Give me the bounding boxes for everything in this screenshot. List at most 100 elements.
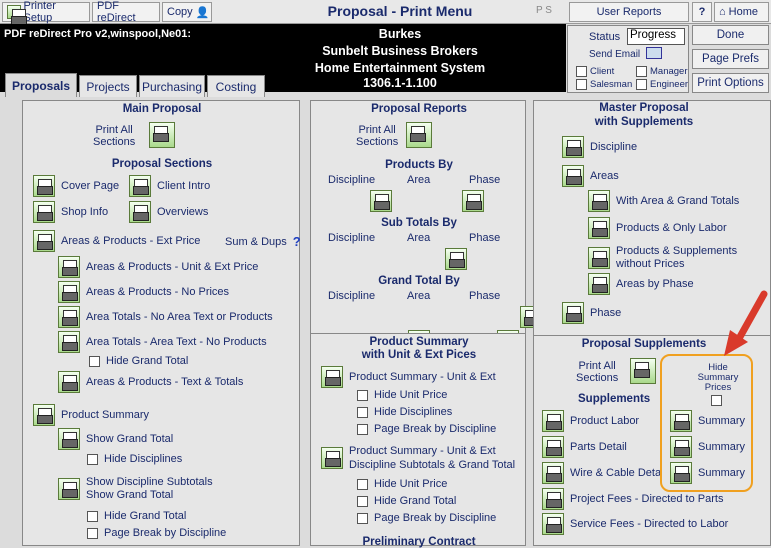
help-icon[interactable]: ? xyxy=(293,234,301,249)
area-totals-text-item[interactable]: Area Totals - Area Text - No Products xyxy=(58,331,267,353)
printer-icon[interactable] xyxy=(58,256,80,278)
printer-icon[interactable] xyxy=(562,302,584,324)
products-supplements-item[interactable]: Products & Supplements without Prices xyxy=(588,245,737,271)
printer-icon[interactable] xyxy=(58,331,80,353)
done-button[interactable]: Done xyxy=(692,25,769,45)
page-break-checkbox[interactable] xyxy=(87,527,98,539)
no-prices-item[interactable]: Areas & Products - No Prices xyxy=(58,281,229,303)
client-intro-item[interactable]: Client Intro xyxy=(129,175,210,197)
hide-unit-price-check[interactable]: Hide Unit Price xyxy=(357,389,447,401)
service-fees-item[interactable]: Service Fees - Directed to Labor xyxy=(542,513,728,535)
printer-icon[interactable] xyxy=(321,447,343,469)
printer-icon[interactable] xyxy=(58,428,80,450)
hide-grand-total-2-check[interactable]: Hide Grand Total xyxy=(87,510,186,522)
areas-by-phase-item[interactable]: Areas by Phase xyxy=(588,273,694,295)
status-field[interactable]: Progress xyxy=(627,28,685,45)
parts-detail-item[interactable]: Parts Detail xyxy=(542,436,627,458)
master-phase-item[interactable]: Phase xyxy=(562,302,621,324)
page-prefs-button[interactable]: Page Prefs xyxy=(692,49,769,69)
unit-ext-item[interactable]: Areas & Products - Unit & Ext Price xyxy=(58,256,258,278)
tab-purchasing[interactable]: Purchasing xyxy=(139,75,205,97)
printer-icon[interactable] xyxy=(33,230,55,252)
ps-hide-grand-total-check[interactable]: Hide Grand Total xyxy=(357,495,456,507)
printer-icon[interactable] xyxy=(58,371,80,393)
printer-icon[interactable] xyxy=(588,247,610,269)
hide-grand-total-check[interactable]: Hide Grand Total xyxy=(89,355,188,367)
printer-icon[interactable] xyxy=(542,488,564,510)
copy-button[interactable]: Copy 👤 xyxy=(162,2,212,22)
pdf-redirect-button[interactable]: PDF reDirect xyxy=(92,0,160,24)
client-check[interactable]: Client xyxy=(576,66,614,77)
print-all-reports-icon[interactable] xyxy=(406,122,432,148)
email-icon[interactable] xyxy=(646,47,662,59)
printer-icon[interactable] xyxy=(542,436,564,458)
printer-icon[interactable] xyxy=(58,281,80,303)
show-grand-total-item[interactable]: Show Grand Total xyxy=(58,428,173,450)
show-discipline-subtotals-item[interactable]: Show Discipline Subtotals Show Grand Tota… xyxy=(58,476,213,502)
wire-cable-item[interactable]: Wire & Cable Deta xyxy=(542,462,662,484)
printer-icon[interactable] xyxy=(588,190,610,212)
products-only-labor-item[interactable]: Products & Only Labor xyxy=(588,217,727,239)
ps-hide-grand-total-checkbox[interactable] xyxy=(357,495,368,507)
printer-icon[interactable] xyxy=(33,404,55,426)
printer-icon[interactable] xyxy=(33,175,55,197)
ps-hide-disciplines-check[interactable]: Hide Disciplines xyxy=(357,406,452,418)
manager-checkbox[interactable] xyxy=(636,66,647,77)
client-checkbox[interactable] xyxy=(576,66,587,77)
printer-icon[interactable] xyxy=(562,136,584,158)
product-labor-item[interactable]: Product Labor xyxy=(542,410,639,432)
ps-page-break-2-check[interactable]: Page Break by Discipline xyxy=(357,512,496,524)
engineer-check[interactable]: Engineer xyxy=(636,79,688,90)
printer-icon[interactable] xyxy=(129,201,151,223)
cover-page-item[interactable]: Cover Page xyxy=(33,175,119,197)
printer-icon[interactable] xyxy=(58,478,80,500)
printer-icon[interactable] xyxy=(588,217,610,239)
ps-page-break-2-checkbox[interactable] xyxy=(357,512,368,524)
ps-unit-ext-item[interactable]: Product Summary - Unit & Ext xyxy=(321,366,496,388)
printer-icon[interactable] xyxy=(58,306,80,328)
printer-icon[interactable] xyxy=(562,165,584,187)
master-discipline-item[interactable]: Discipline xyxy=(562,136,637,158)
help-button[interactable]: ? xyxy=(692,2,712,22)
tab-projects[interactable]: Projects xyxy=(79,75,137,97)
ps-page-break-checkbox[interactable] xyxy=(357,423,368,435)
products-discipline-print-icon[interactable] xyxy=(370,190,393,212)
master-areas-item[interactable]: Areas xyxy=(562,165,619,187)
print-all-main-icon[interactable] xyxy=(149,122,175,148)
engineer-checkbox[interactable] xyxy=(636,79,647,90)
tab-costing[interactable]: Costing xyxy=(207,75,265,97)
salesman-checkbox[interactable] xyxy=(576,79,587,90)
ps-hide-unit-price-2-check[interactable]: Hide Unit Price xyxy=(357,478,447,490)
hide-unit-price-checkbox[interactable] xyxy=(357,389,368,401)
ps-hide-unit-price-2-checkbox[interactable] xyxy=(357,478,368,490)
ps-hide-disciplines-checkbox[interactable] xyxy=(357,406,368,418)
text-totals-item[interactable]: Areas & Products - Text & Totals xyxy=(58,371,243,393)
tab-proposals[interactable]: Proposals xyxy=(5,73,77,97)
printer-icon[interactable] xyxy=(129,175,151,197)
areas-ext-item[interactable]: Areas & Products - Ext Price xyxy=(33,230,200,252)
printer-setup-button[interactable]: Printer Setup xyxy=(2,0,90,25)
area-totals-no-item[interactable]: Area Totals - No Area Text or Products xyxy=(58,306,273,328)
hide-grand-total-checkbox[interactable] xyxy=(89,355,100,367)
printer-icon[interactable] xyxy=(588,273,610,295)
ps-page-break-check[interactable]: Page Break by Discipline xyxy=(357,423,496,435)
product-summary-item[interactable]: Product Summary xyxy=(33,404,149,426)
salesman-check[interactable]: Salesman xyxy=(576,79,632,90)
print-all-supplements-icon[interactable] xyxy=(630,358,656,384)
print-options-button[interactable]: Print Options xyxy=(692,73,769,93)
ps-discipline-subtotals-item[interactable]: Product Summary - Unit & Ext Discipline S… xyxy=(321,444,515,472)
with-area-totals-item[interactable]: With Area & Grand Totals xyxy=(588,190,739,212)
user-reports-button[interactable]: User Reports xyxy=(569,2,689,22)
shop-info-item[interactable]: Shop Info xyxy=(33,201,108,223)
page-break-check[interactable]: Page Break by Discipline xyxy=(87,527,226,539)
manager-check[interactable]: Manager xyxy=(636,66,688,77)
products-area-print-icon[interactable] xyxy=(462,190,485,212)
hide-disciplines-checkbox[interactable] xyxy=(87,453,98,465)
printer-icon[interactable] xyxy=(321,366,343,388)
printer-icon[interactable] xyxy=(542,410,564,432)
hide-grand-total-2-checkbox[interactable] xyxy=(87,510,98,522)
overviews-item[interactable]: Overviews xyxy=(129,201,208,223)
printer-icon[interactable] xyxy=(542,513,564,535)
home-button[interactable]: ⌂ Home xyxy=(714,2,769,22)
printer-icon[interactable] xyxy=(33,201,55,223)
